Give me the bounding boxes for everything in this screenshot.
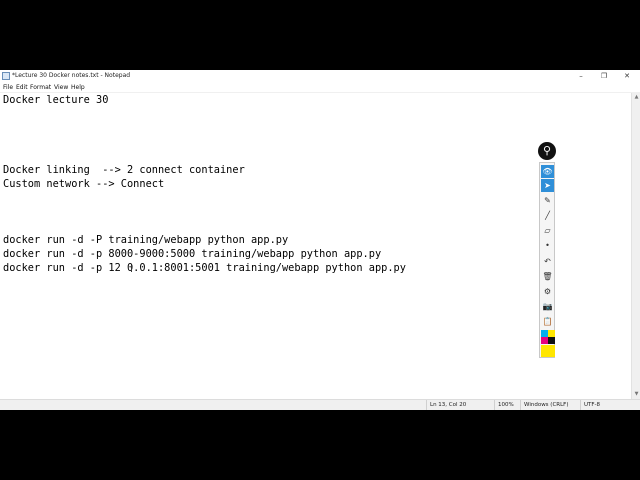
editor-line-7: Custom network --> Connect xyxy=(3,178,165,190)
clipboard-icon[interactable]: 📋 xyxy=(541,315,554,328)
trash-icon[interactable]: 🗑 xyxy=(541,270,554,283)
marker-icon[interactable]: ╱ xyxy=(541,209,554,222)
menu-help[interactable]: Help xyxy=(71,83,85,93)
color-swatch-yellow[interactable] xyxy=(548,330,555,337)
minimize-button[interactable]: – xyxy=(570,70,592,82)
title-bar[interactable]: *Lecture 30 Docker notes.txt - Notepad –… xyxy=(0,70,640,82)
toolbar-panel: 👁 ➤ ✎ ╱ ▱ • ↶ 🗑 ⚙ 📷 📋 xyxy=(539,162,555,358)
cursor-icon[interactable]: ➤ xyxy=(541,179,554,192)
current-color-swatch[interactable] xyxy=(541,345,555,357)
scroll-down-icon[interactable]: ▼ xyxy=(633,390,640,398)
editor-line-12: docker run -d -p 8000-9000:5000 training… xyxy=(3,248,382,260)
scroll-up-icon[interactable]: ▲ xyxy=(633,93,640,101)
status-position: Ln 13, Col 20 xyxy=(426,400,494,410)
close-button[interactable]: ✕ xyxy=(616,70,638,82)
menu-bar: File Edit Format View Help xyxy=(0,83,640,93)
color-swatch-magenta[interactable] xyxy=(541,337,548,344)
dot-icon[interactable]: • xyxy=(541,239,554,252)
eye-icon[interactable]: 👁 xyxy=(541,165,554,178)
undo-icon[interactable]: ↶ xyxy=(541,255,554,268)
notepad-icon xyxy=(2,72,10,80)
toolbar-logo-icon[interactable]: ⚲ xyxy=(538,142,556,160)
camera-icon[interactable]: 📷 xyxy=(541,300,554,313)
window-title: *Lecture 30 Docker notes.txt - Notepad xyxy=(12,72,131,79)
eraser-icon[interactable]: ▱ xyxy=(541,224,554,237)
menu-view[interactable]: View xyxy=(54,83,68,93)
menu-format[interactable]: Format xyxy=(30,83,51,93)
pen-icon[interactable]: ✎ xyxy=(541,194,554,207)
color-swatch-cyan[interactable] xyxy=(541,330,548,337)
text-editor[interactable]: Docker lecture 30 Docker linking --> 2 c… xyxy=(0,93,631,399)
color-swatch-black[interactable] xyxy=(548,337,555,344)
status-encoding: UTF-8 xyxy=(580,400,630,410)
editor-line-1: Docker lecture 30 xyxy=(3,94,109,106)
editor-line-6: Docker linking --> 2 connect container xyxy=(3,164,245,176)
status-bar: Ln 13, Col 20 100% Windows (CRLF) UTF-8 xyxy=(0,399,640,410)
vertical-scrollbar[interactable]: ▲ ▼ xyxy=(631,93,640,399)
menu-file[interactable]: File xyxy=(3,83,13,93)
editor-line-13: docker run -d -p 12 0.0.1:8001:5001 trai… xyxy=(3,262,406,274)
annotation-toolbar: ⚲ 👁 ➤ ✎ ╱ ▱ • ↶ 🗑 ⚙ 📷 📋 xyxy=(538,142,556,360)
text-cursor: I xyxy=(130,264,133,275)
maximize-button[interactable]: ❐ xyxy=(593,70,615,82)
status-line-ending: Windows (CRLF) xyxy=(520,400,580,410)
menu-edit[interactable]: Edit xyxy=(16,83,28,93)
editor-line-11: docker run -d -P training/webapp python … xyxy=(3,234,289,246)
settings-icon[interactable]: ⚙ xyxy=(541,285,554,298)
status-zoom: 100% xyxy=(494,400,520,410)
